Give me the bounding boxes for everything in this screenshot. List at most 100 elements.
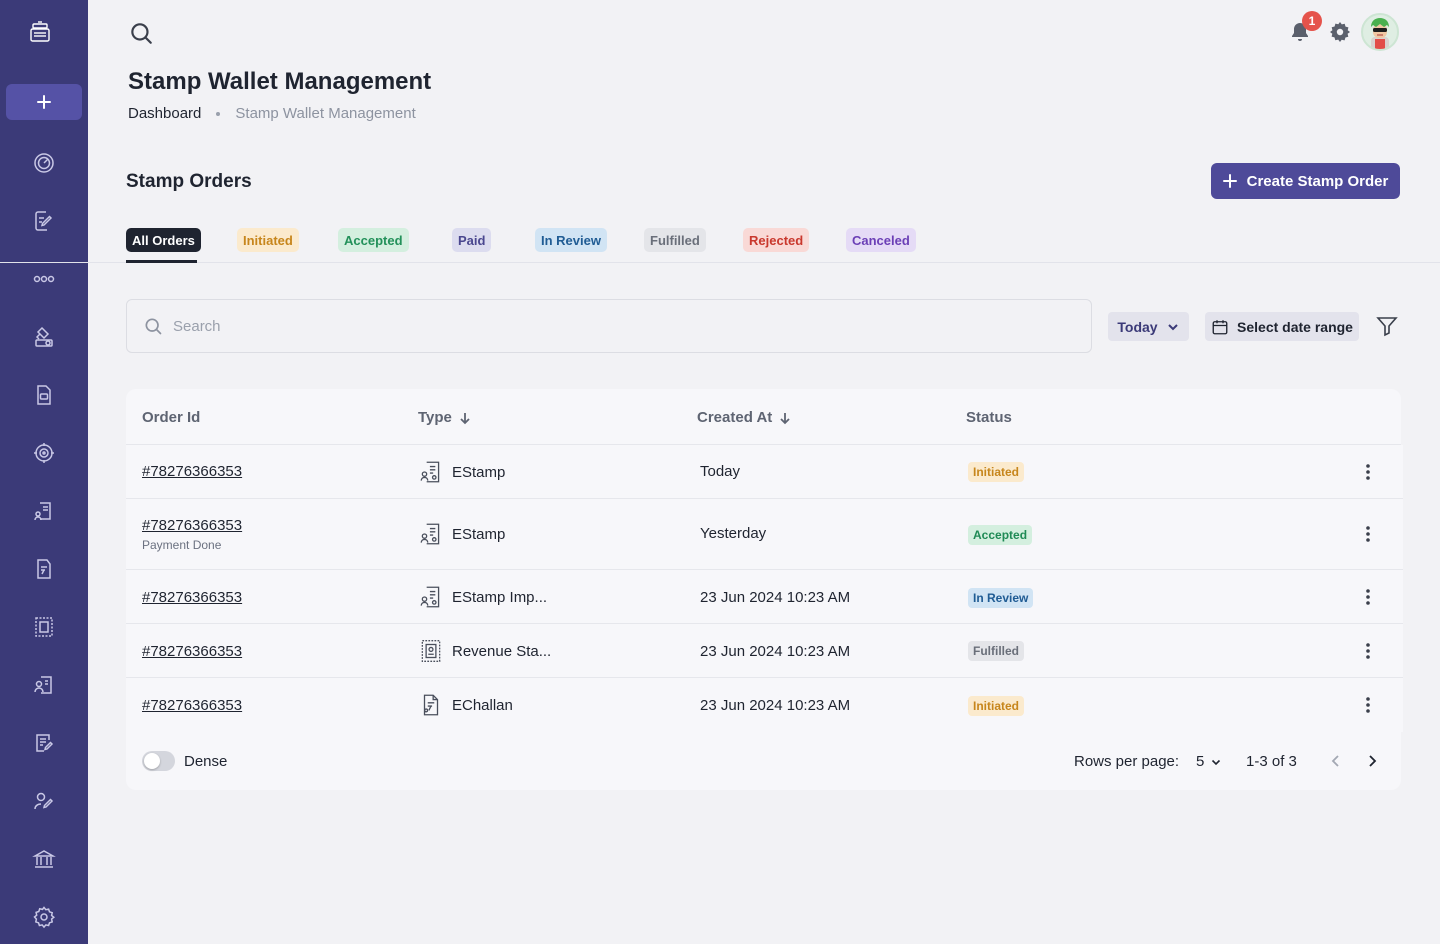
status-tabs: All Orders Initiated Accepted Paid In Re… [0,226,1440,263]
type-cell: EStamp [418,459,505,485]
breadcrumb-dashboard[interactable]: Dashboard [128,105,201,122]
tab-accepted[interactable]: Accepted [338,228,409,252]
column-label: Status [966,409,1012,426]
tab-label: Paid [458,232,486,248]
logo-icon[interactable] [28,20,60,52]
status-badge: Fulfilled [968,641,1024,661]
tab-fulfilled[interactable]: Fulfilled [644,228,706,252]
order-id-link[interactable]: #78276366353 [142,517,242,534]
order-id-cell[interactable]: #78276366353 [142,643,242,660]
column-status: Status [966,409,1012,426]
type-label: Revenue Sta... [452,642,552,660]
search-icon [145,318,162,335]
tab-initiated[interactable]: Initiated [237,228,299,252]
more-vertical-icon[interactable] [1358,462,1378,482]
rows-per-page-label: Rows per page: [1074,753,1180,770]
sidebar-item-dashboard[interactable] [28,147,60,179]
link-icon [33,275,55,283]
rows-per-page-select[interactable]: 5 [1196,753,1222,770]
table-row[interactable]: #78276366353 Revenue Sta... 23 Jun 2024 … [126,624,1403,678]
active-tab-indicator [126,260,197,263]
breadcrumb-separator [216,111,221,116]
tab-rejected[interactable]: Rejected [743,228,810,252]
orders-table: Order Id Type Created At Status #7827636… [126,389,1403,790]
type-label: EStamp [452,525,506,543]
order-id-link[interactable]: #78276366353 [142,589,242,606]
filter-icon[interactable] [1375,314,1399,338]
column-label: Type [418,409,452,426]
order-id-cell[interactable]: #78276366353 Payment Done [142,517,242,552]
create-stamp-order-label: Create Stamp Order [1246,172,1389,190]
sidebar-item-stamp-rupee[interactable] [28,553,60,585]
date-range-button[interactable]: Select date range [1205,312,1359,341]
created-at-cell: Today [700,463,741,480]
bank-icon [32,850,56,868]
breadcrumb: Dashboard Stamp Wallet Management [128,105,416,122]
tab-canceled[interactable]: Canceled [846,228,916,252]
sidebar-item-target[interactable] [28,437,60,469]
table-header: Order Id Type Created At Status [126,389,1401,445]
sidebar-item-stamp-hand[interactable] [28,321,60,353]
sidebar-item-document-edit[interactable] [28,727,60,759]
date-range-label: Select date range [1237,318,1353,335]
estamp-icon [420,586,440,608]
chevron-left-icon[interactable] [1327,752,1345,770]
revenue-stamp-icon [35,617,53,637]
sidebar-item-document[interactable] [28,379,60,411]
table-row[interactable]: #78276366353 EStamp Imp... 23 Jun 2024 1… [126,570,1403,624]
estamp-icon [420,461,440,483]
status-badge: Initiated [968,462,1025,482]
sidebar-item-user-edit[interactable] [28,785,60,817]
chevron-down-icon [1212,759,1221,765]
table-row[interactable]: #78276366353 EChallan 23 Jun 2024 10:23 … [126,678,1403,732]
calendar-icon [1212,319,1228,334]
gear-icon[interactable] [1328,20,1352,44]
sidebar-item-stamp-user[interactable] [28,495,60,527]
period-dropdown[interactable]: Today [1108,312,1189,341]
arrow-down-icon [460,412,470,424]
more-vertical-icon[interactable] [1358,524,1378,544]
stamp-hand-icon [35,326,53,347]
more-vertical-icon[interactable] [1358,641,1378,661]
search-input[interactable] [173,317,1053,335]
order-id-cell[interactable]: #78276366353 [142,589,242,606]
sidebar-item-link[interactable] [28,263,60,295]
sidebar-item-bank[interactable] [28,843,60,875]
chevron-down-icon [1167,323,1178,330]
table-row[interactable]: #78276366353 Payment Done EStamp Yesterd… [126,499,1403,570]
rows-per-page-value: 5 [1196,753,1205,770]
order-id-link[interactable]: #78276366353 [142,463,242,480]
order-id-link[interactable]: #78276366353 [142,697,242,714]
document-edit-icon [36,734,54,752]
plus-icon [1222,174,1237,188]
sidebar-item-revenue-stamp[interactable] [28,611,60,643]
column-type[interactable]: Type [418,409,472,426]
table-footer: Dense Rows per page: 5 1-3 of 3 [126,732,1401,790]
sidebar-item-user-document[interactable] [28,669,60,701]
column-created-at[interactable]: Created At [697,409,792,426]
created-at-cell: 23 Jun 2024 10:23 AM [700,589,851,606]
sidebar-item-settings[interactable] [28,901,60,933]
stamp-user-icon [34,502,51,521]
avatar[interactable] [1361,13,1399,51]
table-row[interactable]: #78276366353 EStamp Today Initiated [126,445,1403,499]
order-id-cell[interactable]: #78276366353 [142,463,242,480]
dense-toggle[interactable] [142,751,175,771]
type-cell: Revenue Sta... [418,638,551,664]
sidebar-add-button[interactable] [6,84,82,120]
tab-paid[interactable]: Paid [452,228,492,252]
tab-in-review[interactable]: In Review [535,228,607,252]
search-icon[interactable] [128,20,154,46]
settings-icon [33,906,55,929]
order-id-link[interactable]: #78276366353 [142,643,242,660]
create-stamp-order-button[interactable]: Create Stamp Order [1211,163,1400,199]
order-id-cell[interactable]: #78276366353 [142,697,242,714]
tab-label: Accepted [344,232,403,248]
tab-all-orders[interactable]: All Orders [126,228,201,252]
user-edit-icon [34,792,54,810]
period-label: Today [1117,318,1158,335]
more-vertical-icon[interactable] [1358,695,1378,715]
arrow-down-icon [780,412,790,424]
more-vertical-icon[interactable] [1358,587,1378,607]
chevron-right-icon[interactable] [1363,752,1381,770]
